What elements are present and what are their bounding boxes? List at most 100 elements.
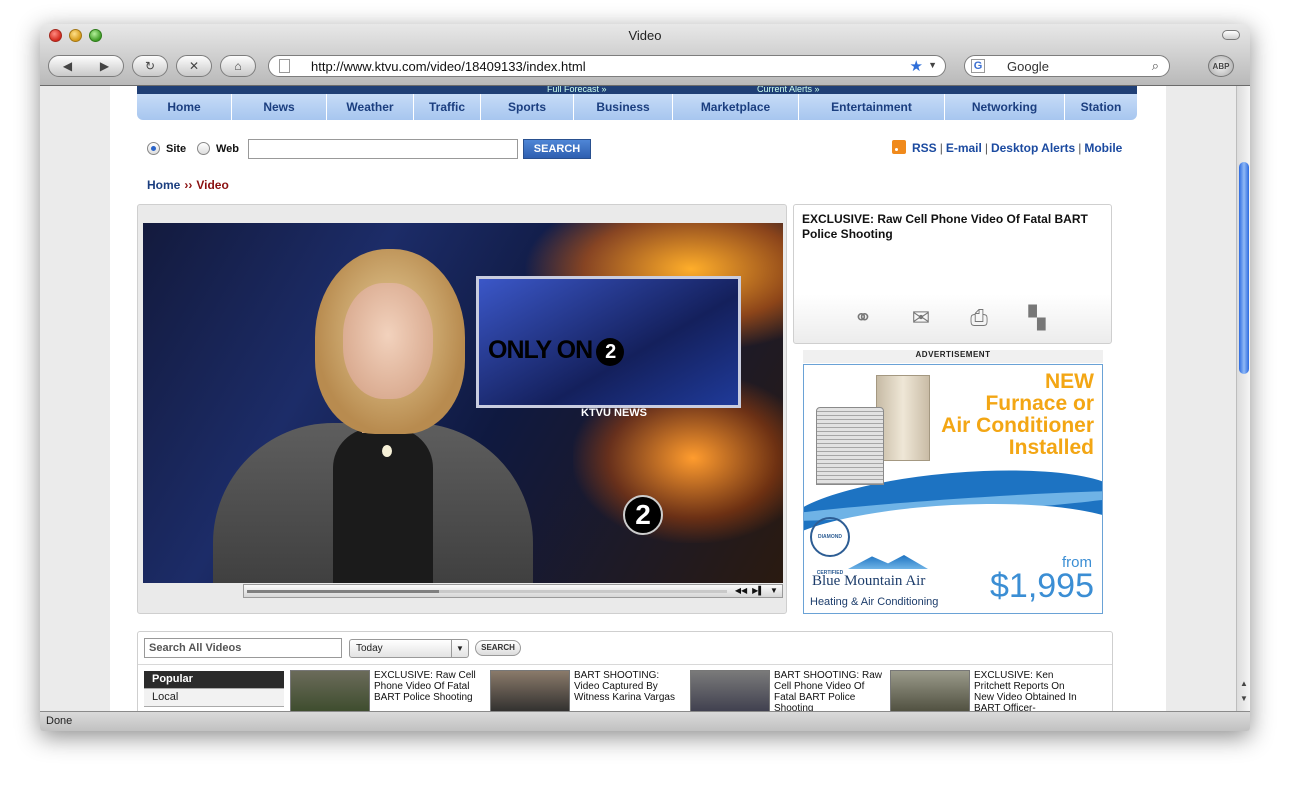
chevron-down-icon[interactable]: ▼ (767, 584, 781, 598)
video-search-input[interactable]: Search All Videos (144, 638, 342, 658)
rss-link[interactable]: RSS (912, 141, 937, 155)
url-input[interactable]: http://www.ktvu.com/video/18409133/index… (311, 59, 586, 74)
toolbar-toggle-button[interactable] (1222, 30, 1240, 40)
radio-web-label: Web (216, 143, 240, 155)
nav-item-business[interactable]: Business (574, 94, 673, 120)
chevron-down-icon[interactable]: ▼ (928, 60, 937, 70)
date-range-value: Today (356, 643, 383, 654)
video-thumbnail[interactable] (890, 670, 970, 711)
search-input[interactable]: Google (1007, 59, 1049, 74)
advertisement-label: ADVERTISEMENT (803, 350, 1103, 363)
adblock-plus-button[interactable]: ABP (1208, 55, 1234, 77)
title-bar: Video ◀ ▶ ↻ ✕ ⌂ http://www.ktvu.com/video… (40, 24, 1250, 86)
alerts-link[interactable]: Current Alerts » (757, 86, 820, 94)
link-separator: | (1078, 141, 1082, 155)
news-anchor-face (343, 283, 433, 399)
radio-web[interactable] (197, 142, 210, 155)
nav-item-home[interactable]: Home (137, 94, 232, 120)
vertical-scrollbar[interactable]: ▲ ▼ (1236, 86, 1250, 711)
nav-item-sports[interactable]: Sports (481, 94, 574, 120)
necklace-pendant (382, 445, 392, 457)
home-button[interactable]: ⌂ (220, 55, 256, 77)
radio-site-label: Site (166, 143, 187, 155)
video-controls: ◀◀ ▶▌ ▼ (243, 584, 783, 598)
nav-item-news[interactable]: News (232, 94, 327, 120)
video-item[interactable]: BART SHOOTING: Video Captured By Witness… (490, 670, 690, 711)
breadcrumb-home[interactable]: Home (147, 178, 180, 192)
status-bar: Done (40, 711, 1250, 731)
diamond-certified-seal: DIAMOND CERTIFIED (810, 517, 850, 576)
video-item[interactable]: BART SHOOTING: Raw Cell Phone Video Of F… (690, 670, 890, 711)
video-thumbnail[interactable] (690, 670, 770, 711)
top-links: RSS | E-mail | Desktop Alerts | Mobile (892, 140, 1122, 155)
forecast-link[interactable]: Full Forecast » (547, 86, 607, 94)
email-link[interactable]: E-mail (946, 141, 982, 155)
search-icon[interactable]: ⌕ (1152, 58, 1159, 74)
mobile-link[interactable]: Mobile (1084, 141, 1122, 155)
video-item[interactable]: EXCLUSIVE: Ken Pritchett Reports On New … (890, 670, 1090, 711)
back-arrow-icon[interactable]: ◀ (49, 59, 86, 73)
rewind-icon[interactable]: ◀◀ (734, 584, 748, 598)
video-caption[interactable]: EXCLUSIVE: Ken Pritchett Reports On New … (974, 670, 1086, 711)
back-forward-buttons[interactable]: ◀ ▶ (48, 55, 124, 77)
nav-item-networking[interactable]: Networking (945, 94, 1065, 120)
site-search-input[interactable] (248, 139, 518, 159)
pause-play-icon[interactable]: ▶▌ (751, 584, 765, 598)
video-caption[interactable]: BART SHOOTING: Video Captured By Witness… (574, 670, 686, 711)
ad-headline-line: Installed (1008, 436, 1094, 459)
search-bar[interactable]: G Google ⌕ (964, 55, 1170, 77)
site-search: Site Web SEARCH RSS | E-mail | Desktop Alert… (146, 138, 1146, 160)
advertisement-banner[interactable]: NEW Furnace or Air Conditioner Installed… (803, 364, 1103, 614)
video-item[interactable]: EXCLUSIVE: Raw Cell Phone Video Of Fatal… (290, 670, 490, 711)
video-thumbnail[interactable] (490, 670, 570, 711)
tab-local[interactable]: Local (144, 689, 284, 707)
nav-item-entertainment[interactable]: Entertainment (799, 94, 945, 120)
video-progress-fill (247, 590, 439, 593)
bookmark-star-icon[interactable]: ★ (910, 57, 923, 75)
breadcrumb-current: Video (196, 178, 229, 192)
stop-button[interactable]: ✕ (176, 55, 212, 77)
video-progress-bar[interactable] (247, 590, 727, 593)
tab-popular[interactable]: Popular (144, 671, 284, 689)
reload-button[interactable]: ↻ (132, 55, 168, 77)
breadcrumb-separator: ›› (184, 178, 193, 192)
nav-item-traffic[interactable]: Traffic (414, 94, 481, 120)
only-on-2-graphic: ONLY ON 2 (488, 336, 625, 366)
scroll-up-icon[interactable]: ▲ (1237, 679, 1250, 688)
video-player[interactable]: ONLY ON 2 KTVU NEWS 2 (143, 223, 783, 583)
desktop-alerts-link[interactable]: Desktop Alerts (991, 141, 1075, 155)
ad-headline-line: Air Conditioner (941, 414, 1094, 437)
address-bar[interactable]: http://www.ktvu.com/video/18409133/index… (268, 55, 946, 77)
video-thumbnail[interactable] (290, 670, 370, 711)
date-range-select[interactable]: Today ▼ (349, 639, 469, 658)
video-caption[interactable]: BART SHOOTING: Raw Cell Phone Video Of F… (774, 670, 886, 711)
forward-arrow-icon[interactable]: ▶ (86, 59, 123, 73)
video-category-tabs: Popular Local (144, 671, 284, 707)
video-search-button[interactable]: SEARCH (475, 640, 521, 656)
channel-2-logo: 2 (596, 338, 625, 366)
breadcrumb: Home ›› Video (147, 178, 229, 192)
google-icon[interactable]: G (971, 59, 985, 73)
ad-headline: NEW Furnace or Air Conditioner Installed (914, 371, 1094, 459)
video-thumbnails: EXCLUSIVE: Raw Cell Phone Video Of Fatal… (290, 670, 1090, 711)
ad-price: $1,995 (990, 567, 1094, 605)
radio-site[interactable] (147, 142, 160, 155)
ktvu-news-logo: KTVU NEWS (581, 407, 647, 419)
video-caption[interactable]: EXCLUSIVE: Raw Cell Phone Video Of Fatal… (374, 670, 486, 711)
scrollbar-thumb[interactable] (1239, 162, 1249, 374)
nav-item-marketplace[interactable]: Marketplace (673, 94, 799, 120)
scroll-down-icon[interactable]: ▼ (1237, 694, 1250, 703)
rss-icon[interactable] (892, 140, 906, 154)
site-search-button[interactable]: SEARCH (523, 139, 591, 159)
link-separator: | (984, 141, 988, 155)
nav-item-station[interactable]: Station (1065, 94, 1137, 120)
link-icon[interactable]: ⚭ (849, 305, 877, 331)
email-icon[interactable]: ✉ (907, 305, 935, 331)
nav-item-weather[interactable]: Weather (327, 94, 414, 120)
page-viewport: Full Forecast » Current Alerts » Home Ne… (40, 86, 1236, 711)
print-icon[interactable]: ⎙ (965, 305, 993, 331)
ad-brand: Blue Mountain Air (812, 573, 926, 589)
only-on-text: ONLY ON (488, 336, 593, 364)
more-icon[interactable]: ▚ (1023, 305, 1051, 331)
air-conditioner-image (816, 407, 884, 485)
